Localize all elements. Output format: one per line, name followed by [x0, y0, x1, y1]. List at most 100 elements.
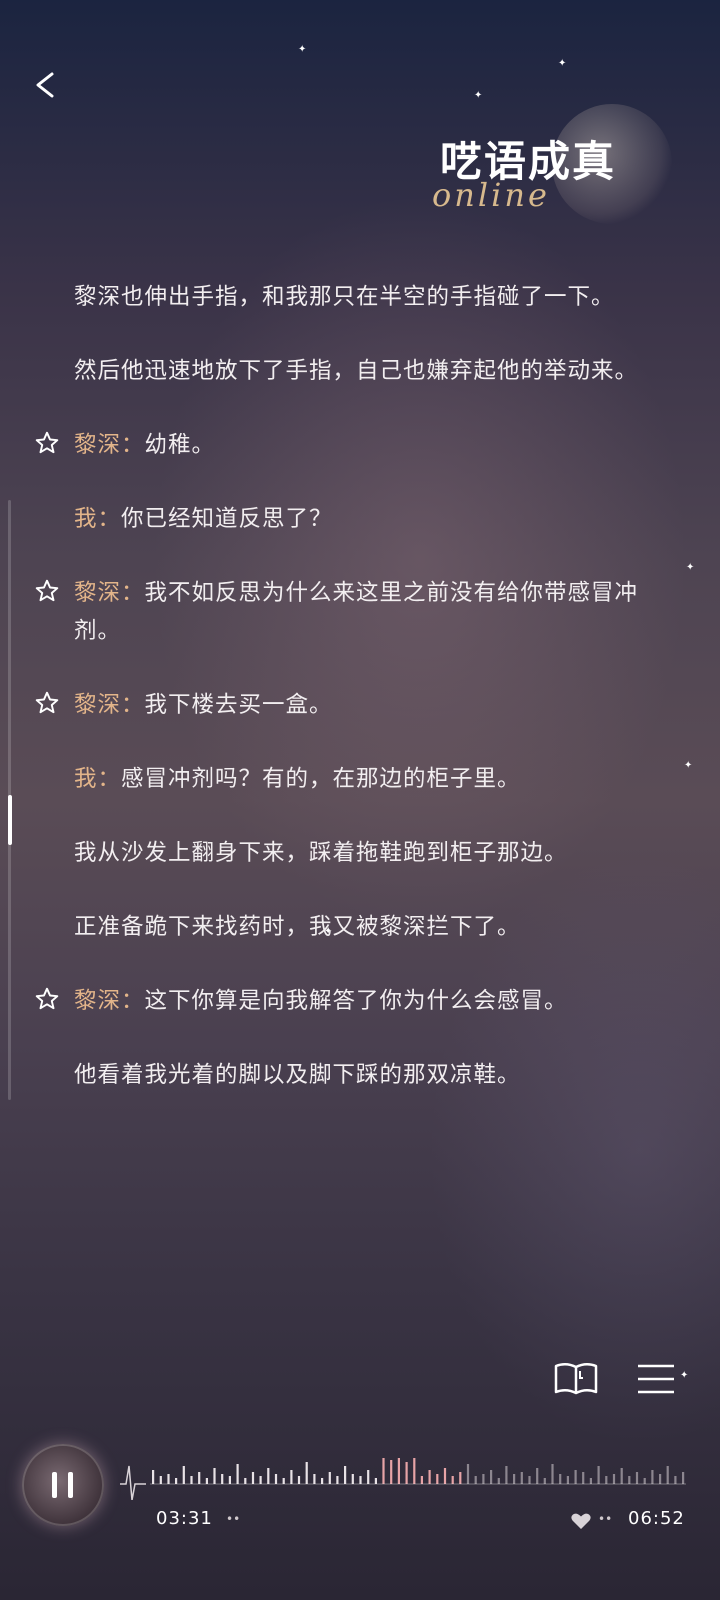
- waveform-bar: [513, 1474, 516, 1484]
- story-line: 黎深也伸出手指，和我那只在半空的手指碰了一下。: [30, 278, 670, 316]
- book-icon[interactable]: [552, 1358, 600, 1400]
- line-text: 他看着我光着的脚以及脚下踩的那双凉鞋。: [74, 1062, 521, 1088]
- star-icon[interactable]: [34, 430, 60, 456]
- waveform-bar: [651, 1470, 654, 1484]
- logo-subtitle: online: [432, 176, 550, 214]
- pause-icon: [52, 1472, 57, 1498]
- story-line: 我从沙发上翻身下来，踩着拖鞋跑到柜子那边。: [30, 834, 670, 872]
- star-icon[interactable]: [34, 578, 60, 604]
- line-text: 然后他迅速地放下了手指，自己也嫌弃起他的举动来。: [74, 358, 639, 384]
- waveform-bar: [336, 1476, 339, 1484]
- app-logo: 呓语成真 online: [432, 128, 680, 214]
- waveform-bar: [390, 1460, 393, 1484]
- waveform-bar: [443, 1468, 447, 1484]
- waveform-bar: [236, 1464, 239, 1484]
- heart-icon[interactable]: [570, 1512, 592, 1530]
- line-text: 正准备跪下来找药时，我又被黎深拦下了。: [74, 914, 521, 940]
- waveform-bar: [589, 1478, 592, 1484]
- waveform-bar: [282, 1478, 285, 1484]
- waveform-bar: [259, 1476, 262, 1484]
- audio-player: 03:31 •• •• 06:52: [0, 1420, 720, 1530]
- speaker-name: 我：: [74, 506, 122, 532]
- dots-icon: ••: [598, 1512, 613, 1526]
- waveform-bar: [152, 1470, 155, 1484]
- current-time: 03:31: [156, 1508, 213, 1529]
- total-time: 06:52: [628, 1508, 685, 1529]
- waveform-bar: [543, 1478, 546, 1484]
- waveform-bar: [643, 1478, 646, 1484]
- story-line: 他看着我光着的脚以及脚下踩的那双凉鞋。: [30, 1056, 670, 1094]
- sparkle: ✦: [298, 44, 307, 55]
- line-text: 黎深也伸出手指，和我那只在半空的手指碰了一下。: [74, 284, 615, 310]
- back-icon[interactable]: [30, 70, 60, 100]
- waveform-bar: [198, 1472, 201, 1484]
- waveform-bar: [205, 1478, 208, 1484]
- star-icon[interactable]: [34, 690, 60, 716]
- waveform-bar: [382, 1458, 385, 1484]
- waveform-bar: [290, 1470, 293, 1484]
- sparkle: ✦: [558, 58, 567, 69]
- waveform-bar: [397, 1458, 400, 1484]
- pause-button[interactable]: [22, 1444, 104, 1526]
- waveform-bar: [274, 1474, 278, 1484]
- waveform-bar: [674, 1476, 677, 1484]
- waveform-bar: [221, 1474, 224, 1484]
- story-line: 正准备跪下来找药时，我又被黎深拦下了。: [30, 908, 670, 946]
- scrollbar-thumb[interactable]: [8, 795, 12, 845]
- line-text: 我从沙发上翻身下来，踩着拖鞋跑到柜子那边。: [74, 840, 568, 866]
- waveform-bar: [482, 1474, 485, 1484]
- waveform-bar: [559, 1474, 562, 1484]
- waveform-bar: [267, 1468, 270, 1484]
- waveform-bar: [428, 1470, 431, 1484]
- waveform-bar: [505, 1466, 508, 1484]
- menu-icon[interactable]: [632, 1358, 680, 1400]
- sparkle: ✦: [680, 1370, 689, 1381]
- waveform-bar: [251, 1472, 255, 1484]
- waveform-bar: [566, 1476, 569, 1484]
- story-line: 然后他迅速地放下了手指，自己也嫌弃起他的举动来。: [30, 352, 670, 390]
- waveform-bar: [305, 1462, 308, 1484]
- waveform-bar: [328, 1472, 331, 1484]
- waveform-bar: [182, 1466, 185, 1484]
- waveform-bar: [344, 1466, 347, 1484]
- line-text: 感冒冲剂吗？有的，在那边的柜子里。: [121, 766, 521, 792]
- waveform-bar: [466, 1464, 470, 1484]
- waveform-bar: [451, 1476, 454, 1484]
- dialogue-line: 我：你已经知道反思了？: [30, 500, 670, 538]
- waveform-bar: [490, 1470, 493, 1484]
- speaker-name: 黎深：: [74, 580, 145, 606]
- speaker-name: 我：: [74, 766, 122, 792]
- dialogue-line: 我：感冒冲剂吗？有的，在那边的柜子里。: [30, 760, 670, 798]
- waveform-bar: [297, 1476, 301, 1484]
- waveform-bar: [213, 1468, 216, 1484]
- story-content: 黎深也伸出手指，和我那只在半空的手指碰了一下。 然后他迅速地放下了手指，自己也嫌…: [30, 278, 670, 1094]
- speaker-name: 黎深：: [74, 988, 145, 1014]
- waveform-bar: [682, 1472, 685, 1484]
- waveform-bar: [436, 1474, 439, 1484]
- sparkle: ✦: [686, 562, 695, 573]
- waveform-bar: [628, 1476, 631, 1484]
- waveform-bar: [605, 1476, 608, 1484]
- waveform-bar: [367, 1470, 370, 1484]
- waveform-bar: [536, 1468, 539, 1484]
- line-text: 这下你算是向我解答了你为什么会感冒。: [144, 988, 568, 1014]
- dialogue-line: 黎深：我不如反思为什么来这里之前没有给你带感冒冲剂。: [30, 574, 670, 650]
- waveform-bar: [666, 1466, 669, 1484]
- waveform-bar: [405, 1462, 408, 1484]
- sparkle: ✦: [684, 760, 693, 771]
- waveform-bar: [359, 1476, 362, 1484]
- dots-icon: ••: [226, 1512, 241, 1526]
- waveform-bar: [474, 1476, 477, 1484]
- line-text: 我下楼去买一盒。: [144, 692, 333, 718]
- audio-waveform[interactable]: [120, 1440, 700, 1500]
- star-icon[interactable]: [34, 986, 60, 1012]
- waveform-bar: [582, 1472, 585, 1484]
- waveform-bar: [612, 1474, 616, 1484]
- waveform-bar: [313, 1474, 316, 1484]
- waveform-bar: [520, 1472, 523, 1484]
- speaker-name: 黎深：: [74, 432, 145, 458]
- waveform-bar: [190, 1476, 193, 1484]
- waveform-bar: [351, 1474, 354, 1484]
- waveform-bar: [459, 1472, 462, 1484]
- waveform-bar: [244, 1478, 247, 1484]
